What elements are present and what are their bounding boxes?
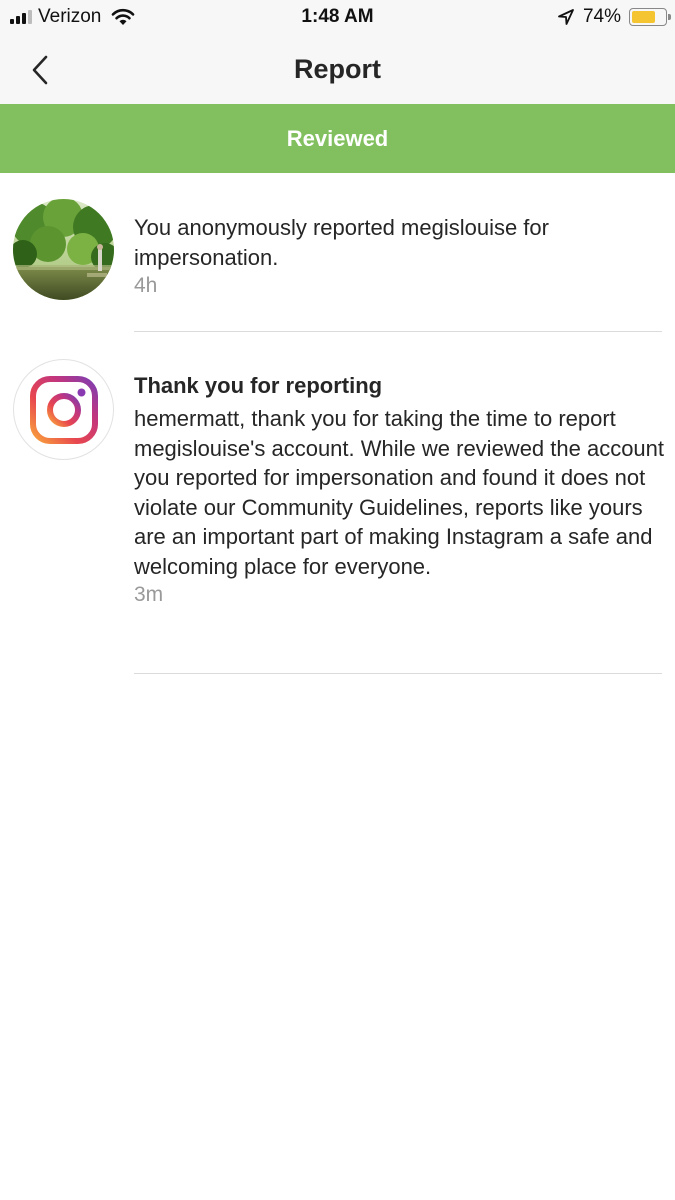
- timestamp: 4h: [134, 274, 158, 297]
- list-item[interactable]: You anonymously reported megislouise for…: [0, 173, 675, 333]
- status-banner: Reviewed: [0, 104, 675, 173]
- battery-level: [632, 11, 655, 23]
- divider: [134, 331, 662, 332]
- page-title: Report: [294, 54, 381, 84]
- avatar[interactable]: [13, 359, 114, 460]
- divider: [134, 673, 662, 674]
- notification-message: hemermatt, thank you for taking the time…: [134, 406, 665, 579]
- report-message: You anonymously reported megislouise for…: [134, 215, 549, 270]
- timestamp: 3m: [134, 583, 164, 606]
- nav-bar: Report: [0, 36, 675, 104]
- location-arrow-icon: [558, 9, 574, 25]
- instagram-logo-icon: [29, 375, 98, 444]
- battery-icon: [629, 8, 671, 26]
- avatar[interactable]: [13, 199, 114, 300]
- profile-photo-icon: [13, 199, 114, 300]
- list-item[interactable]: Thank you for reporting hemermatt, thank…: [0, 333, 675, 678]
- status-right: 74%: [557, 6, 671, 28]
- battery-percent: 74%: [582, 6, 621, 27]
- banner-label: Reviewed: [286, 125, 389, 151]
- notification-title: Thank you for reporting: [134, 373, 383, 398]
- status-bar: Verizon 1:48 AM 74%: [0, 0, 675, 36]
